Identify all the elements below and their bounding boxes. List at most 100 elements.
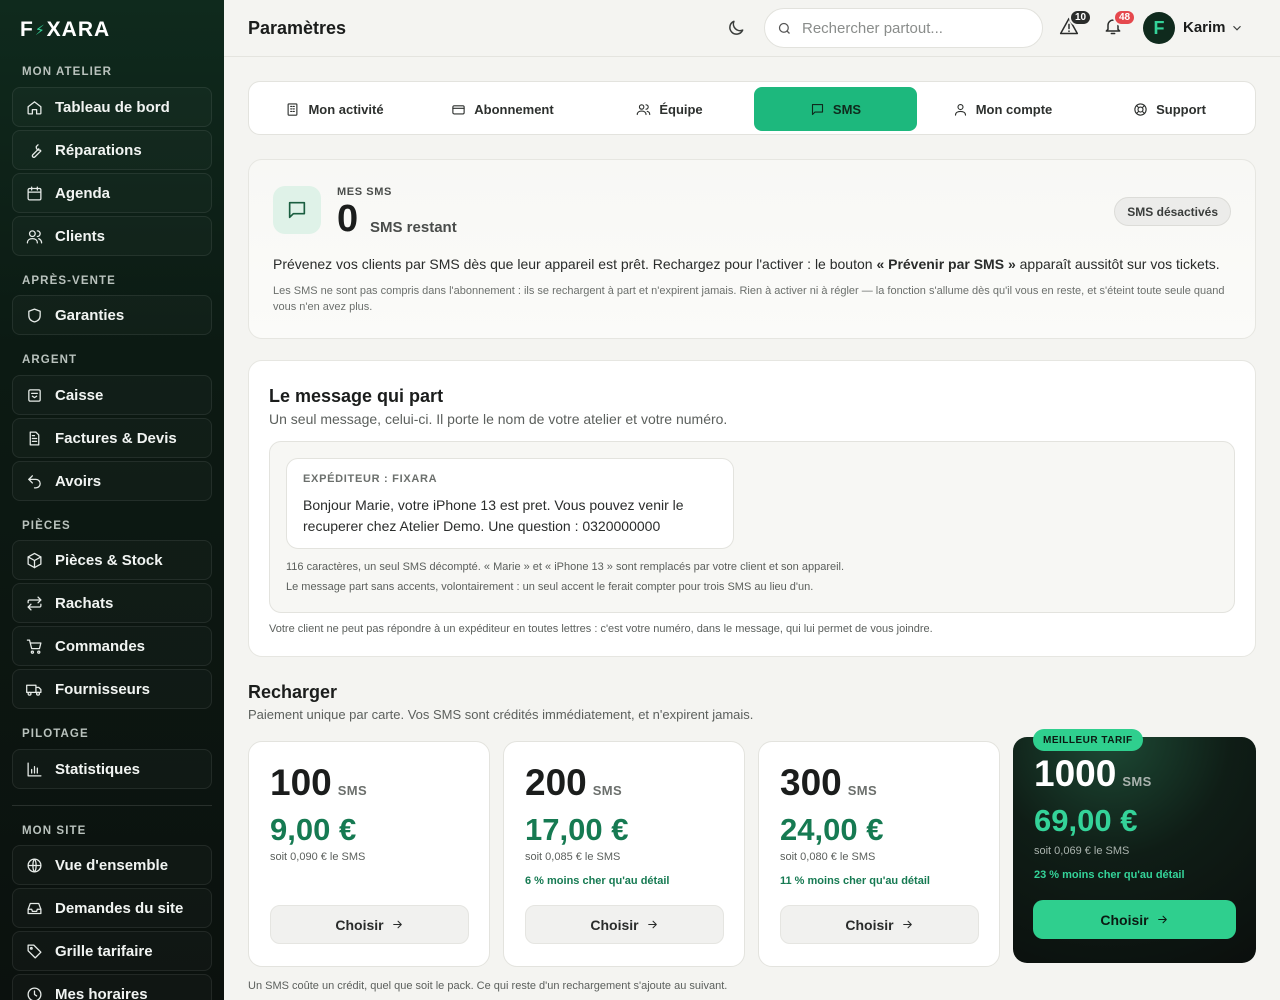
status-badge: SMS désactivés (1114, 197, 1231, 226)
search-bar[interactable] (764, 8, 1043, 48)
building-icon (288, 102, 298, 116)
plan-unit-price: soit 0,080 € le SMS (780, 851, 876, 863)
choose-button[interactable]: Choisir (270, 905, 469, 944)
logo-letter: F (20, 18, 34, 41)
message-card: Le message qui part Un seul message, cel… (248, 360, 1256, 657)
sms-kicker: MES SMS (337, 186, 392, 198)
credit-card-icon (452, 104, 465, 114)
choose-button[interactable]: Choisir (525, 905, 724, 944)
tab-mon-compte[interactable]: Mon compte (921, 87, 1084, 131)
box-icon (25, 551, 43, 569)
plan-unit: SMS (847, 783, 878, 798)
lifebuoy-icon (1134, 102, 1147, 116)
bolt-icon: ⚡ (34, 21, 46, 38)
sidebar-item-label: Mes horaires (55, 985, 148, 1000)
tab-equipe[interactable]: Équipe (588, 87, 751, 131)
sms-balance-card: MES SMS 0 SMS restant SMS désactivés Pré… (248, 159, 1256, 339)
plan-price: 9,00 € (270, 812, 357, 847)
moon-icon[interactable] (726, 18, 748, 40)
sidebar-item-statistiques[interactable]: Statistiques (12, 749, 212, 789)
plan-qty: 100 SMS (270, 762, 367, 804)
recharge-note: Un SMS coûte un crédit, quel que soit le… (248, 980, 728, 992)
sidebar-item-rachats[interactable]: Rachats (12, 583, 212, 623)
chevron-down-icon[interactable] (1230, 21, 1244, 35)
plan-qty-value: 300 (780, 762, 842, 803)
choose-button[interactable]: Choisir (780, 905, 979, 944)
sidebar-item-commandes[interactable]: Commandes (12, 626, 212, 666)
lead-bold: « Prévenir par SMS » (876, 256, 1016, 272)
sms-lead: Prévenez vos clients par SMS dès que leu… (273, 256, 1233, 272)
avatar[interactable]: F (1143, 12, 1175, 44)
bar-chart-icon (25, 760, 43, 778)
plan-card-300: 300 SMS 24,00 € soit 0,080 € le SMS 11 % … (758, 741, 1000, 967)
sidebar-item-label: Tableau de bord (55, 98, 170, 116)
arrow-right-icon (1157, 915, 1167, 924)
sidebar-item-clients[interactable]: Clients (12, 216, 212, 256)
sidebar-item-label: Demandes du site (55, 899, 184, 917)
section-pilotage: PILOTAGE (22, 728, 89, 740)
sidebar-item-agenda[interactable]: Agenda (12, 173, 212, 213)
notifications-badge: 48 (1113, 9, 1137, 26)
sidebar-item-label: Garanties (55, 306, 125, 324)
sidebar-item-label: Vue d'ensemble (55, 856, 169, 874)
plan-price: 69,00 € (1034, 803, 1138, 838)
sms-count: 0 (337, 198, 359, 240)
sidebar-item-demandes-du-site[interactable]: Demandes du site (12, 888, 212, 928)
cart-icon (25, 637, 43, 655)
sidebar-item-label: Factures & Devis (55, 429, 177, 447)
sidebar-item-fournisseurs[interactable]: Fournisseurs (12, 669, 212, 709)
cash-register-icon (25, 386, 43, 404)
plan-saving: 6 % moins cher qu'au détail (525, 875, 670, 887)
sidebar-item-label: Fournisseurs (55, 680, 151, 698)
section-argent: ARGENT (22, 354, 78, 366)
sidebar-item-grille-tarifaire[interactable]: Grille tarifaire (12, 931, 212, 971)
sidebar-item-mes-horaires[interactable]: Mes horaires (12, 974, 212, 1000)
sidebar-item-reparations[interactable]: Réparations (12, 130, 212, 170)
sidebar-item-label: Grille tarifaire (55, 942, 153, 960)
plan-qty: 300 SMS (780, 762, 877, 804)
plan-qty-value: 1000 (1034, 753, 1117, 794)
choose-button[interactable]: Choisir (1033, 900, 1236, 939)
sidebar-item-garanties[interactable]: Garanties (12, 295, 212, 335)
plan-unit: SMS (592, 783, 623, 798)
alerts-button[interactable]: 10 (1059, 9, 1093, 38)
tab-abonnement[interactable]: Abonnement (421, 87, 584, 131)
plan-card-200: 200 SMS 17,00 € soit 0,085 € le SMS 6 % m… (503, 741, 745, 967)
sidebar-item-pieces-stock[interactable]: Pièces & Stock (12, 540, 212, 580)
sidebar-item-caisse[interactable]: Caisse (12, 375, 212, 415)
sidebar-item-label: Rachats (55, 594, 114, 612)
search-input[interactable] (802, 19, 1022, 37)
exchange-icon (25, 594, 43, 612)
message-icon (273, 186, 321, 234)
home-icon (25, 98, 43, 116)
choose-label: Choisir (590, 916, 639, 933)
plan-saving: 23 % moins cher qu'au détail (1034, 869, 1185, 881)
message-icon (811, 103, 823, 115)
tab-sms[interactable]: SMS (754, 87, 917, 131)
inbox-icon (25, 899, 43, 917)
char-count-note: 116 caractères, un seul SMS décompté. « … (286, 561, 845, 573)
plan-unit-price: soit 0,069 € le SMS (1034, 845, 1130, 857)
plan-price: 17,00 € (525, 812, 629, 847)
sidebar-item-vue-ensemble[interactable]: Vue d'ensemble (12, 845, 212, 885)
choose-label: Choisir (1100, 911, 1149, 928)
sms-count-label: SMS restant (370, 219, 457, 236)
sms-text: Bonjour Marie, votre iPhone 13 est pret.… (303, 497, 684, 534)
recharge-title: Recharger (248, 682, 338, 702)
document-icon (25, 429, 43, 447)
tab-label: Support (1156, 101, 1206, 117)
sidebar-item-label: Agenda (55, 184, 111, 202)
sidebar-item-factures-devis[interactable]: Factures & Devis (12, 418, 212, 458)
sidebar-item-label: Caisse (55, 386, 104, 404)
user-name[interactable]: Karim (1183, 19, 1226, 36)
tab-support[interactable]: Support (1088, 87, 1251, 131)
message-title: Le message qui part (269, 386, 444, 406)
message-preview: EXPÉDITEUR : FIXARA Bonjour Marie, votre… (269, 441, 1235, 613)
sidebar-item-tableau-de-bord[interactable]: Tableau de bord (12, 87, 212, 127)
sidebar-item-avoirs[interactable]: Avoirs (12, 461, 212, 501)
notifications-button[interactable]: 48 (1103, 9, 1137, 38)
choose-label: Choisir (335, 916, 384, 933)
fixara-logo[interactable]: F ⚡ XARA (20, 18, 110, 42)
sidebar-item-label: Clients (55, 227, 106, 245)
tab-mon-activite[interactable]: Mon activité (253, 87, 416, 131)
